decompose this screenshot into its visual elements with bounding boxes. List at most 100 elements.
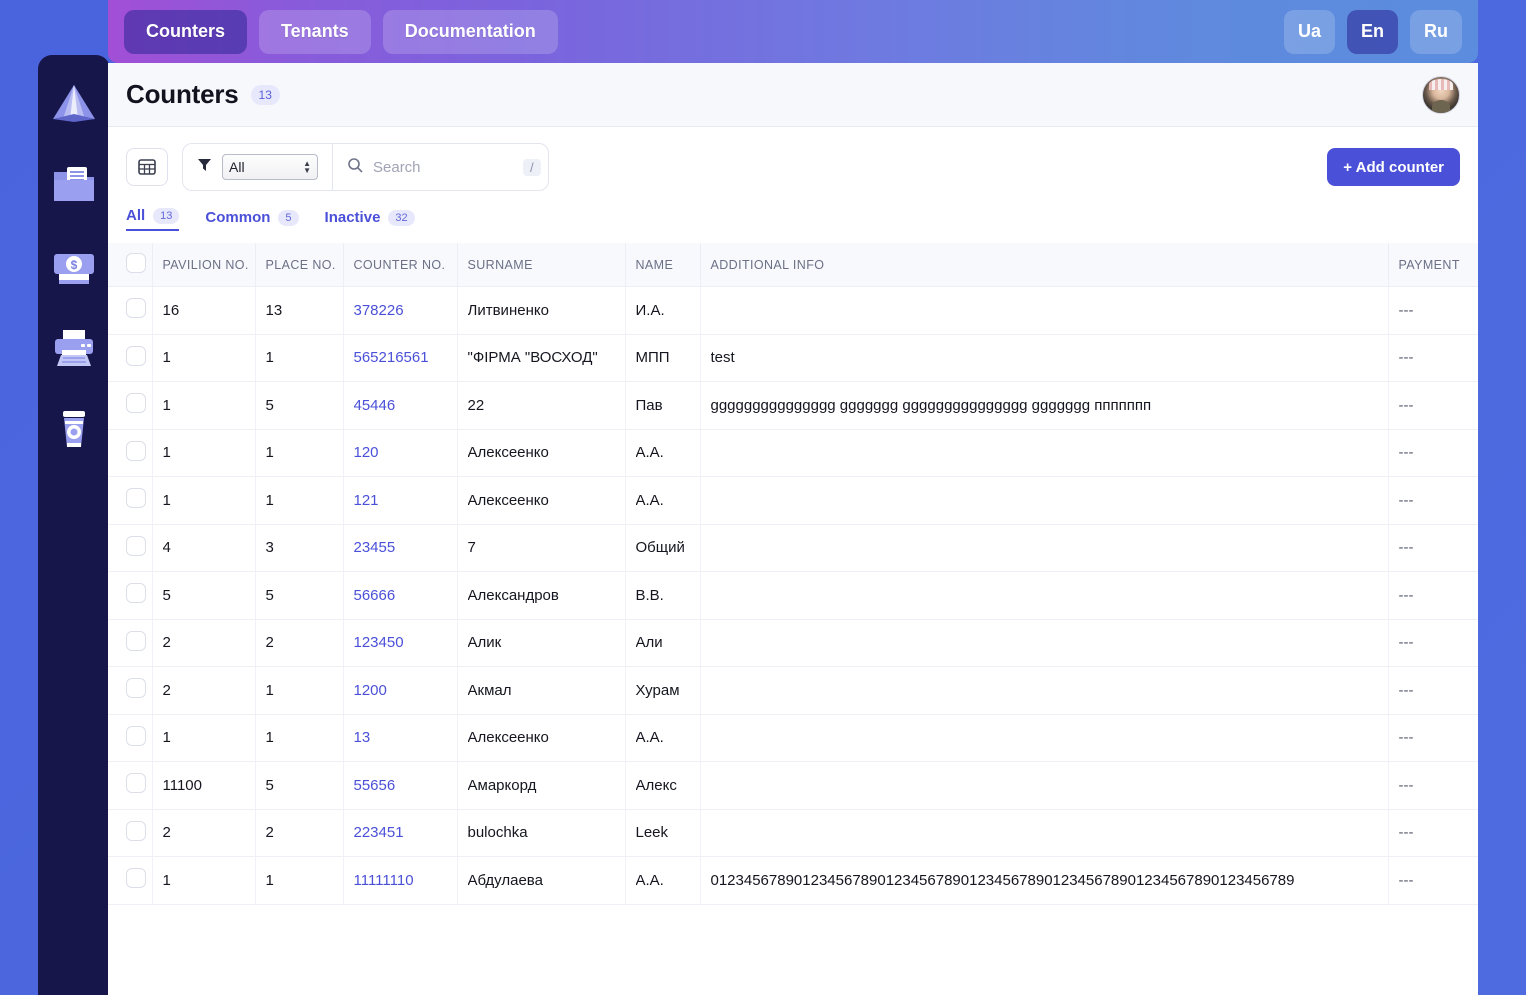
cell-name: А.А. [625, 856, 701, 905]
row-checkbox[interactable] [126, 345, 146, 366]
cell-place: 1 [255, 334, 344, 382]
cell-counter[interactable]: 121 [343, 476, 458, 525]
cell-pavilion-text: 1 [162, 871, 171, 889]
table-grid-icon[interactable] [126, 148, 168, 186]
cell-counter-text[interactable]: 45446 [354, 397, 457, 414]
left-sidebar: $ [38, 55, 110, 995]
lang-button-ua[interactable]: Ua [1283, 9, 1335, 54]
column-header-payment[interactable]: PAYMENT [1388, 243, 1478, 287]
folder-document-icon[interactable] [51, 161, 97, 209]
table-row[interactable]: 1 1 565216561 "ФІРМА "ВОСХОД" МПП test --- [108, 334, 1478, 382]
table-row[interactable]: 1 5 45446 22 Пав ggggggggggggggg ggggggg gggg… [108, 381, 1478, 430]
cell-payment: --- [1388, 809, 1478, 857]
nav-item-counters[interactable]: Counters [124, 9, 248, 54]
search-input[interactable] [373, 158, 513, 176]
row-checkbox[interactable] [126, 820, 146, 841]
cell-name: Общий [625, 524, 701, 572]
cell-counter[interactable]: 123450 [343, 619, 458, 667]
cell-pavilion: 1 [152, 381, 256, 430]
column-header-place[interactable]: PLACE NO. [255, 243, 344, 287]
cell-counter-text[interactable]: 13 [354, 729, 457, 746]
table-row[interactable]: 1 1 13 Алексеенко А.А. --- [108, 714, 1478, 762]
printer-icon[interactable] [51, 325, 97, 373]
table-row[interactable]: 1 1 120 Алексеенко А.А. --- [108, 429, 1478, 477]
tab-common[interactable]: Common 5 [205, 209, 299, 231]
cell-counter-text[interactable]: 565216561 [354, 349, 457, 366]
cell-counter-text[interactable]: 120 [354, 444, 457, 461]
cell-counter-text[interactable]: 121 [354, 492, 457, 509]
cell-payment-text: --- [1398, 871, 1414, 889]
cell-counter[interactable]: 45446 [343, 381, 458, 430]
cell-pavilion: 16 [152, 286, 256, 335]
cell-counter[interactable]: 378226 [343, 286, 458, 335]
language-switcher: Ua En Ru [1283, 9, 1462, 54]
row-checkbox[interactable] [126, 535, 146, 556]
table-row[interactable]: 1 1 121 Алексеенко А.А. --- [108, 476, 1478, 525]
table-row[interactable]: 16 13 378226 Литвиненко И.А. --- [108, 286, 1478, 335]
cell-counter[interactable]: 55656 [343, 761, 458, 810]
avatar[interactable] [1422, 75, 1460, 114]
row-checkbox[interactable] [126, 678, 146, 699]
table-row[interactable]: 1 1 11111110 Абдулаева А.А. 01234567890123456… [108, 856, 1478, 905]
filter-select[interactable]: All [222, 154, 318, 180]
cell-surname: Акмал [457, 666, 626, 715]
page-header: Counters 13 [108, 63, 1478, 127]
cell-counter[interactable]: 1200 [343, 666, 458, 715]
tab-inactive[interactable]: Inactive 32 [325, 209, 415, 231]
row-checkbox[interactable] [126, 440, 146, 461]
table-row[interactable]: 2 2 223451 bulochka Leek --- [108, 809, 1478, 857]
cell-counter[interactable]: 23455 [343, 524, 458, 572]
money-cash-icon[interactable]: $ [51, 243, 97, 291]
coffee-cup-icon[interactable] [51, 407, 97, 455]
table-row[interactable]: 2 1 1200 Акмал Хурам --- [108, 666, 1478, 715]
row-checkbox[interactable] [126, 725, 146, 746]
column-header-counter[interactable]: COUNTER NO. [343, 243, 458, 287]
cell-name-text: Алекс [635, 776, 677, 794]
row-checkbox[interactable] [126, 488, 146, 509]
column-header-name[interactable]: NAME [625, 243, 701, 287]
table-row[interactable]: 2 2 123450 Алик Али --- [108, 619, 1478, 667]
toolbar: All ▲▼ / + Add counter [108, 127, 1478, 201]
row-checkbox[interactable] [126, 630, 146, 651]
column-header-pavilion[interactable]: PAVILION NO. [152, 243, 256, 287]
cell-counter-text[interactable]: 223451 [354, 824, 457, 841]
cell-pavilion-text: 1 [162, 491, 171, 509]
table-row[interactable]: 5 5 56666 Александров В.В. --- [108, 571, 1478, 620]
cell-counter[interactable]: 565216561 [343, 334, 458, 382]
column-header-additional-info[interactable]: ADDITIONAL INFO [700, 243, 1389, 287]
cell-counter-text[interactable]: 55656 [354, 777, 457, 794]
add-counter-button[interactable]: + Add counter [1327, 148, 1460, 186]
cell-place: 2 [255, 619, 344, 667]
cell-counter-text[interactable]: 56666 [354, 587, 457, 604]
cell-additional-info: test [700, 334, 1389, 382]
cell-counter-text[interactable]: 1200 [354, 682, 457, 699]
row-checkbox[interactable] [126, 583, 146, 604]
row-select-cell [108, 761, 153, 810]
cell-surname-text: "ФІРМА "ВОСХОД" [467, 349, 598, 367]
nav-item-documentation[interactable]: Documentation [382, 9, 558, 54]
cell-counter[interactable]: 13 [343, 714, 458, 762]
cell-counter-text[interactable]: 23455 [354, 539, 457, 556]
cell-counter[interactable]: 56666 [343, 571, 458, 620]
table-row[interactable]: 11100 5 55656 Амаркорд Алекс --- [108, 761, 1478, 810]
select-all-checkbox[interactable] [126, 253, 146, 273]
cell-counter[interactable]: 11111110 [343, 856, 458, 905]
cell-counter-text[interactable]: 123450 [354, 634, 457, 651]
cell-counter[interactable]: 120 [343, 429, 458, 477]
row-checkbox[interactable] [126, 773, 146, 794]
column-header-surname[interactable]: SURNAME [457, 243, 626, 287]
lang-button-en[interactable]: En [1346, 9, 1398, 54]
filter-search-group: All ▲▼ / [182, 143, 549, 191]
cell-place: 13 [255, 286, 344, 335]
row-checkbox[interactable] [126, 868, 146, 889]
tab-all[interactable]: All 13 [126, 207, 180, 231]
lang-button-ru[interactable]: Ru [1410, 9, 1462, 54]
nav-item-tenants[interactable]: Tenants [259, 9, 371, 54]
row-checkbox[interactable] [126, 298, 146, 319]
cell-counter-text[interactable]: 11111110 [354, 872, 457, 889]
pyramid-logo-icon[interactable] [51, 79, 97, 127]
cell-counter[interactable]: 223451 [343, 809, 458, 857]
row-checkbox[interactable] [126, 393, 146, 414]
table-row[interactable]: 4 3 23455 7 Общий --- [108, 524, 1478, 572]
cell-counter-text[interactable]: 378226 [354, 302, 457, 319]
